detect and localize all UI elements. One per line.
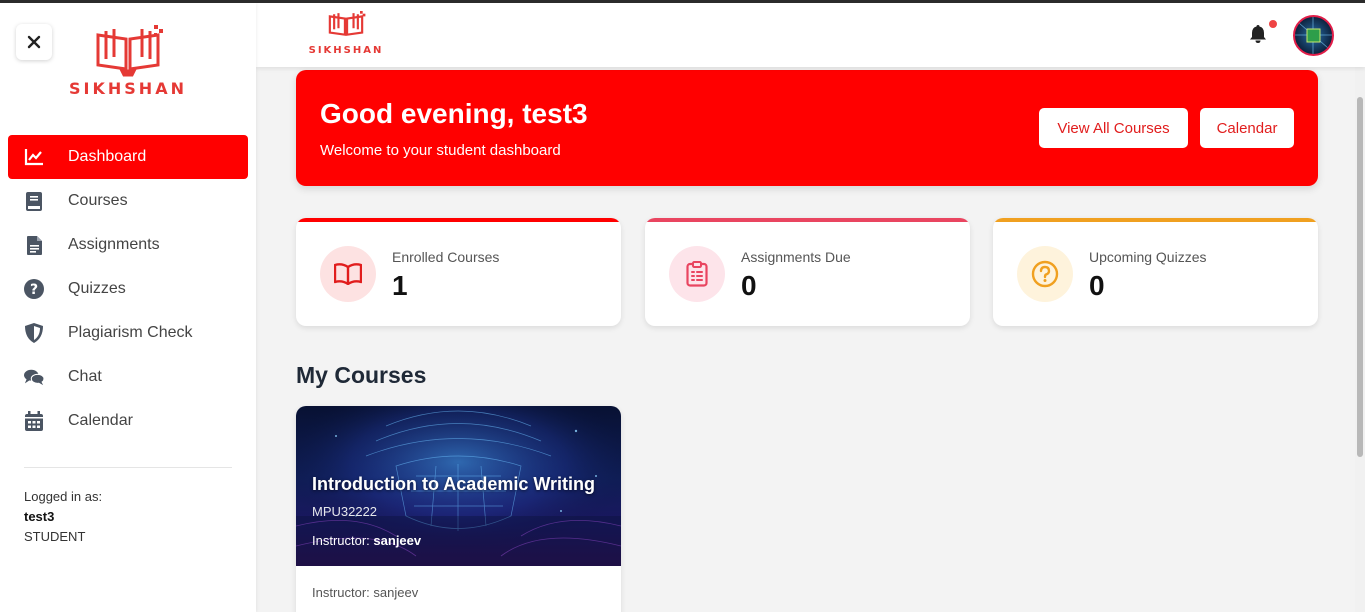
sidebar-item-label: Assignments [68,236,160,253]
stat-label: Upcoming Quizzes [1089,249,1207,265]
main-scrollbar[interactable] [1355,67,1365,612]
book-icon [24,191,44,211]
logo-text: SIKHSHAN [69,79,187,98]
sidebar: SIKHSHAN Dashboard Courses Assignments ?… [0,3,256,612]
view-all-courses-button[interactable]: View All Courses [1039,108,1188,148]
course-code: MPU32222 [312,504,378,519]
sidebar-divider [24,467,232,468]
avatar-image [1295,17,1332,54]
sidebar-item-assignments[interactable]: Assignments [8,223,248,267]
top-header: SIKHSHAN [256,3,1365,67]
sidebar-logo: SIKHSHAN [56,25,200,107]
logged-in-label: Logged in as: [24,489,103,504]
open-book-icon [320,246,376,302]
sidebar-item-chat[interactable]: Chat [8,355,248,399]
close-sidebar-button[interactable] [16,24,52,60]
stat-card-assignments-due: Assignments Due 0 [645,218,970,326]
stat-value: 0 [741,270,757,301]
logged-in-info: Logged in as: test3 STUDENT [24,487,102,547]
avatar[interactable] [1293,15,1334,56]
sidebar-item-calendar[interactable]: Calendar [8,399,248,443]
sidebar-item-courses[interactable]: Courses [8,179,248,223]
stat-accent-bar [296,218,621,222]
greeting-heading: Good evening, test3 [320,98,588,129]
stat-card-upcoming-quizzes: Upcoming Quizzes 0 [993,218,1318,326]
bell-icon [1250,25,1266,43]
welcome-banner: Good evening, test3 Welcome to your stud… [296,70,1318,186]
sidebar-item-label: Calendar [68,412,133,429]
greeting-subtitle: Welcome to your student dashboard [320,142,561,159]
course-instructor-overlay: Instructor: sanjeev [312,533,421,548]
sidebar-item-label: Quizzes [68,280,126,297]
sidebar-item-label: Courses [68,192,128,209]
course-card[interactable]: Introduction to Academic Writing MPU3222… [296,406,621,612]
chart-line-icon [24,147,44,167]
course-cover-image: Introduction to Academic Writing MPU3222… [296,406,621,566]
clipboard-icon [669,246,725,302]
stat-value: 1 [392,270,408,301]
stat-accent-bar [645,218,970,222]
my-courses-heading: My Courses [296,362,427,388]
sidebar-item-quizzes[interactable]: ? Quizzes [8,267,248,311]
logo-book-icon [96,25,163,77]
logo-text: SIKHSHAN [308,45,384,56]
instructor-name: sanjeev [373,533,422,548]
shield-icon [24,323,44,343]
question-circle-icon: ? [24,279,44,299]
sidebar-item-label: Plagiarism Check [68,324,193,341]
notifications-button[interactable] [1250,25,1270,45]
file-icon [24,235,44,255]
instructor-label: Instructor: [312,533,370,548]
sidebar-nav: Dashboard Courses Assignments ? Quizzes … [8,135,248,443]
sidebar-item-label: Dashboard [68,148,147,165]
sidebar-item-plagiarism-check[interactable]: Plagiarism Check [8,311,248,355]
stat-value: 0 [1089,270,1105,301]
stat-label: Assignments Due [741,249,851,265]
scrollbar-thumb[interactable] [1357,97,1363,457]
course-title: Introduction to Academic Writing [312,474,595,494]
header-logo[interactable]: SIKHSHAN [306,11,386,56]
question-circle-icon [1017,246,1073,302]
sidebar-item-dashboard[interactable]: Dashboard [8,135,248,179]
stat-card-enrolled-courses: Enrolled Courses 1 [296,218,621,326]
sidebar-item-label: Chat [68,368,102,385]
close-icon [27,35,41,49]
logged-in-role: STUDENT [24,529,86,544]
course-footer-instructor: Instructor: sanjeev [312,585,419,600]
logo-book-icon [328,11,366,36]
svg-text:?: ? [30,282,38,298]
window-top-border [0,0,1365,3]
calendar-button[interactable]: Calendar [1200,108,1294,148]
chat-icon [24,367,44,387]
stat-label: Enrolled Courses [392,249,500,265]
logged-in-username: test3 [24,509,55,524]
stat-accent-bar [993,218,1318,222]
notification-badge [1269,20,1277,28]
calendar-icon [24,411,44,431]
